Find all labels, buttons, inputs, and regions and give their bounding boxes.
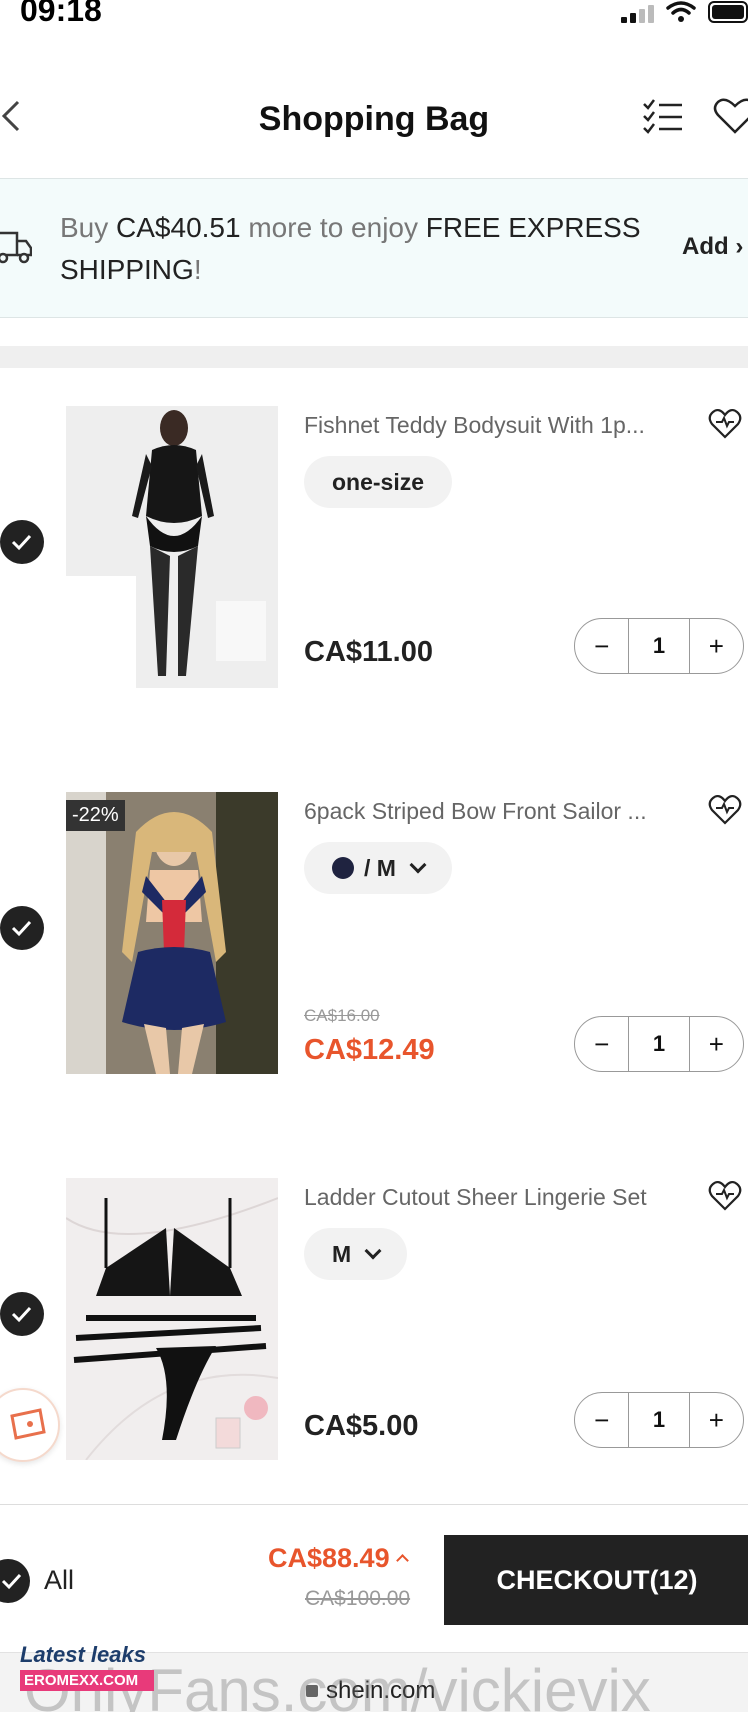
chevron-up-icon [395, 1554, 409, 1567]
truck-icon [0, 231, 32, 264]
watermark-badge-site: EROMEXX.COM [20, 1670, 154, 1691]
variant-selector[interactable]: M [304, 1228, 408, 1280]
quantity-value[interactable]: 1 [628, 1393, 690, 1447]
variant-selector[interactable]: / M [304, 842, 452, 894]
add-items-link[interactable]: Add › [682, 233, 743, 261]
nav-bar: Shopping Bag [0, 78, 748, 158]
product-name[interactable]: Fishnet Teddy Bodysuit With 1p... [304, 412, 664, 439]
increase-qty-button[interactable]: + [690, 1393, 743, 1447]
move-to-wishlist-icon[interactable] [708, 408, 742, 440]
color-swatch [332, 857, 354, 879]
section-divider [0, 346, 748, 368]
total-price[interactable]: CA$88.49 [268, 1543, 409, 1574]
product-name[interactable]: 6pack Striped Bow Front Sailor ... [304, 798, 664, 825]
coupon-icon [10, 1408, 46, 1440]
decrease-qty-button[interactable]: − [575, 1393, 628, 1447]
cart-item: -22% 6pack Striped Bow Front Sailor ... … [0, 792, 748, 1092]
product-image[interactable] [66, 406, 278, 688]
item-price: CA$11.00 [304, 636, 433, 668]
discount-badge: -22% [66, 800, 125, 831]
select-all-checkbox[interactable] [0, 1559, 30, 1603]
coupon-float-button[interactable] [0, 1388, 60, 1462]
check-icon [11, 534, 32, 551]
original-total-price: CA$100.00 [305, 1587, 411, 1610]
original-price: CA$16.00 [304, 1006, 380, 1025]
wifi-icon [666, 1, 696, 22]
signal-icon [621, 1, 654, 23]
quantity-value[interactable]: 1 [628, 1017, 690, 1071]
move-to-wishlist-icon[interactable] [708, 1180, 742, 1212]
checkout-bar: All CA$88.49 CA$100.00 CHECKOUT(12) [0, 1504, 748, 1652]
sailor-costume-photo [66, 792, 278, 1074]
increase-qty-button[interactable]: + [690, 1017, 743, 1071]
variant-selector[interactable]: one-size [304, 456, 453, 508]
item-price: CA$12.49 [304, 1034, 435, 1066]
decrease-qty-button[interactable]: − [575, 619, 628, 673]
status-bar: 09:18 [0, 0, 748, 40]
increase-qty-button[interactable]: + [690, 619, 743, 673]
product-image[interactable]: -22% [66, 792, 278, 1074]
checkout-button[interactable]: CHECKOUT(12) [444, 1535, 748, 1625]
watermark-badge-title: Latest leaks [20, 1642, 146, 1667]
product-image[interactable] [66, 1178, 278, 1460]
lingerie-set-photo [66, 1178, 278, 1460]
item-select-checkbox[interactable] [0, 1292, 44, 1336]
quantity-stepper: − 1 + [574, 1392, 744, 1448]
chevron-down-icon [364, 1242, 382, 1260]
item-select-checkbox[interactable] [0, 906, 44, 950]
free-shipping-banner: Buy CA$40.51 more to enjoy FREE EXPRESS … [0, 178, 748, 318]
checklist-icon[interactable] [642, 96, 684, 136]
status-time: 09:18 [20, 0, 102, 28]
wishlist-heart-icon[interactable] [712, 96, 748, 136]
chevron-down-icon [409, 856, 427, 874]
item-select-checkbox[interactable] [0, 520, 44, 564]
chevron-right-icon: › [735, 233, 744, 260]
cart-item: Fishnet Teddy Bodysuit With 1p... one-si… [0, 406, 748, 706]
check-icon [11, 1306, 32, 1323]
decrease-qty-button[interactable]: − [575, 1017, 628, 1071]
watermark-badge: Latest leaks EROMEXX.COM [20, 1642, 160, 1691]
page-title: Shopping Bag [258, 100, 490, 138]
quantity-stepper: − 1 + [574, 1016, 744, 1072]
quantity-stepper: − 1 + [574, 618, 744, 674]
cart-item: Ladder Cutout Sheer Lingerie Set M CA$5.… [0, 1178, 748, 1478]
battery-icon [708, 1, 748, 23]
bodysuit-photo [66, 406, 278, 688]
move-to-wishlist-icon[interactable] [708, 794, 742, 826]
select-all-label[interactable]: All [44, 1565, 74, 1596]
check-icon [11, 920, 32, 937]
status-icons [621, 0, 748, 24]
quantity-value[interactable]: 1 [628, 619, 690, 673]
item-price: CA$5.00 [304, 1410, 419, 1442]
check-icon [1, 1573, 22, 1590]
product-name[interactable]: Ladder Cutout Sheer Lingerie Set [304, 1184, 664, 1211]
banner-message: Buy CA$40.51 more to enjoy FREE EXPRESS … [60, 212, 641, 285]
